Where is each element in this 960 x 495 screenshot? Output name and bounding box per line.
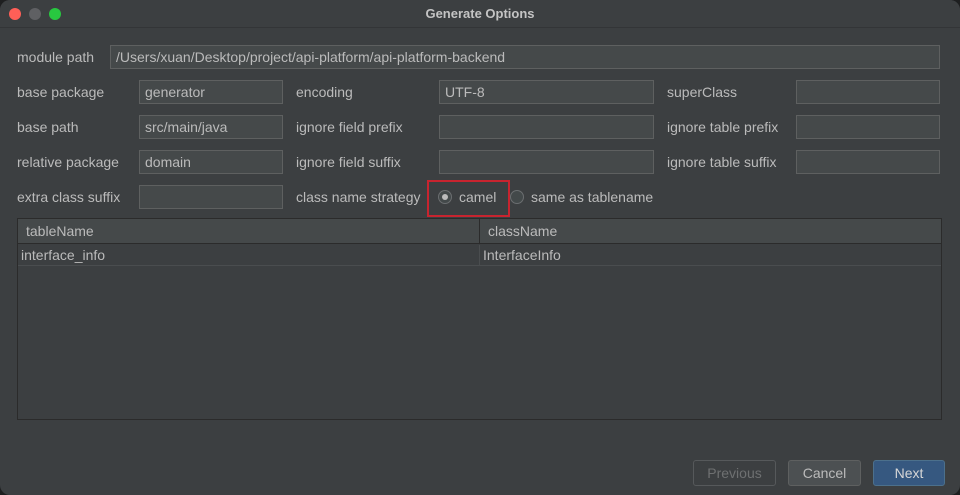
class-name-strategy-label: class name strategy: [296, 189, 421, 205]
table-mapping-grid: tableName className interface_info Inter…: [17, 218, 942, 420]
radio-selected-dot: [442, 194, 448, 200]
next-button[interactable]: Next: [873, 460, 945, 486]
base-path-input[interactable]: src/main/java: [139, 115, 283, 139]
superclass-input[interactable]: [796, 80, 940, 104]
encoding-label: encoding: [296, 84, 353, 100]
same-as-tablename-radio[interactable]: [510, 190, 524, 204]
camel-radio[interactable]: [438, 190, 452, 204]
extra-class-suffix-label: extra class suffix: [17, 189, 121, 205]
relative-package-input[interactable]: domain: [139, 150, 283, 174]
table-row[interactable]: interface_info InterfaceInfo: [18, 245, 941, 266]
title-bar: Generate Options: [0, 0, 960, 28]
ignore-field-suffix-input[interactable]: [439, 150, 654, 174]
previous-button[interactable]: Previous: [693, 460, 776, 486]
cancel-button[interactable]: Cancel: [788, 460, 861, 486]
column-header-classname[interactable]: className: [480, 219, 941, 243]
superclass-label: superClass: [667, 84, 738, 100]
ignore-field-suffix-label: ignore field suffix: [296, 154, 401, 170]
window-title: Generate Options: [425, 6, 535, 21]
generate-options-dialog: Generate Options module path /Users/xuan…: [0, 0, 960, 495]
same-as-tablename-option-label[interactable]: same as tablename: [531, 188, 653, 206]
encoding-input[interactable]: UTF-8: [439, 80, 654, 104]
ignore-field-prefix-label: ignore field prefix: [296, 119, 403, 135]
table-header: tableName className: [18, 219, 941, 244]
base-path-label: base path: [17, 119, 79, 135]
column-header-tablename[interactable]: tableName: [18, 219, 480, 243]
table-cell-classname[interactable]: InterfaceInfo: [480, 245, 941, 265]
table-cell-tablename[interactable]: interface_info: [18, 245, 480, 265]
extra-class-suffix-input[interactable]: [139, 185, 283, 209]
base-package-input[interactable]: generator: [139, 80, 283, 104]
camel-option-label[interactable]: camel: [459, 188, 496, 206]
module-path-input[interactable]: /Users/xuan/Desktop/project/api-platform…: [110, 45, 940, 69]
ignore-table-prefix-input[interactable]: [796, 115, 940, 139]
base-package-label: base package: [17, 84, 105, 100]
module-path-label: module path: [17, 49, 95, 65]
ignore-field-prefix-input[interactable]: [439, 115, 654, 139]
ignore-table-suffix-label: ignore table suffix: [667, 154, 777, 170]
ignore-table-prefix-label: ignore table prefix: [667, 119, 779, 135]
ignore-table-suffix-input[interactable]: [796, 150, 940, 174]
relative-package-label: relative package: [17, 154, 119, 170]
